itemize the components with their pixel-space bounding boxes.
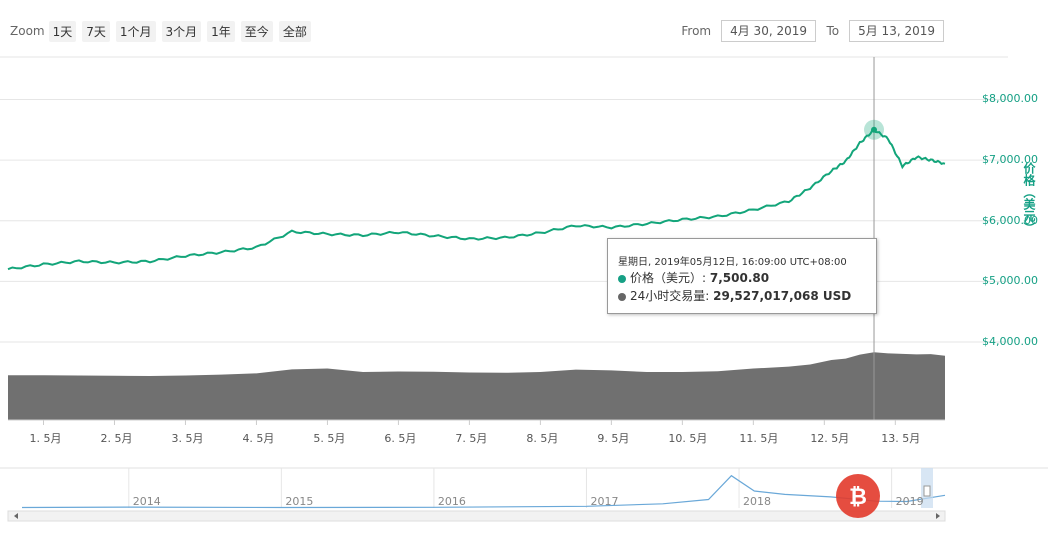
navigator-handle	[923, 485, 931, 497]
tooltip-volume-label: 24小时交易量:	[630, 289, 710, 303]
tooltip-date: 星期日, 2019年05月12日, 16:09:00 UTC+08:00	[618, 257, 847, 268]
y-tick-label: $7,000.00	[982, 153, 1038, 167]
bitcoin-symbol-icon: ₿	[849, 485, 867, 510]
tooltip-price-label: 价格（美元）:	[630, 271, 707, 285]
volume-area	[8, 352, 945, 420]
navigator-year-label: 2019	[895, 495, 924, 508]
scrollbar-track	[7, 510, 946, 522]
x-tick-label: 13. 5月	[881, 432, 921, 445]
highlight-marker	[871, 126, 878, 133]
navigator-year-label: 2017	[590, 495, 619, 508]
tooltip-price-value: 7,500.80	[709, 271, 770, 285]
x-tick-label: 4. 5月	[242, 432, 275, 445]
price-dot-icon	[618, 274, 626, 283]
navigator-year-label: 2016	[437, 495, 466, 508]
x-tick-label: 6. 5月	[384, 432, 417, 445]
tooltip-volume-row: 24小时交易量: 29,527,017,068 USD	[618, 287, 851, 304]
navigator-year-label: 2015	[285, 495, 314, 508]
price-chart: ₿	[0, 56, 1048, 522]
tooltip: 星期日, 2019年05月12日, 16:09:00 UTC+08:00 价格（…	[607, 238, 877, 314]
x-tick-label: 10. 5月	[668, 432, 708, 445]
y-tick-label: $4,000.00	[982, 335, 1038, 348]
tooltip-volume-value: 29,527,017,068 USD	[713, 289, 852, 303]
x-tick-label: 11. 5月	[739, 432, 779, 445]
y-tick-label: $8,000.00	[982, 92, 1038, 106]
navigator-year-label: 2018	[743, 495, 772, 508]
tooltip-price-row: 价格（美元）: 7,500.80	[618, 269, 769, 286]
x-tick-label: 5. 5月	[313, 432, 346, 445]
x-tick-label: 2. 5月	[100, 432, 133, 445]
y-tick-label: $5,000.00	[982, 274, 1038, 288]
x-tick-label: 8. 5月	[526, 432, 559, 445]
x-tick-label: 1. 5月	[29, 432, 62, 445]
navigator-year-label: 2014	[132, 495, 161, 508]
x-tick-label: 12. 5月	[810, 432, 850, 445]
y-tick-label: $6,000.00	[982, 213, 1038, 227]
x-tick-label: 3. 5月	[171, 432, 204, 445]
volume-dot-icon	[618, 292, 626, 301]
x-tick-label: 9. 5月	[597, 432, 630, 445]
x-tick-label: 7. 5月	[455, 432, 488, 445]
